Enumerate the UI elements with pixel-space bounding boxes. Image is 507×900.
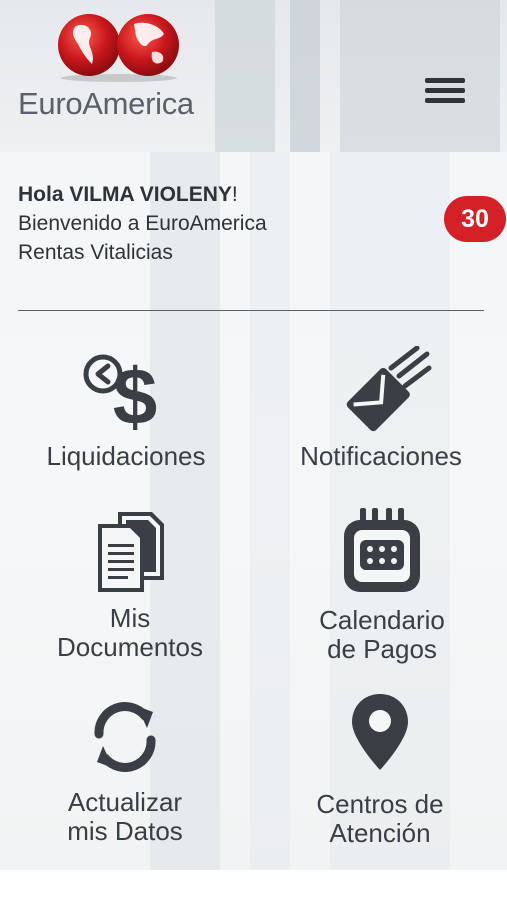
notification-count-badge[interactable]: 30 [444, 196, 506, 242]
greeting-line-3: Rentas Vitalicias [18, 241, 173, 264]
documents-icon [98, 512, 164, 592]
tile-mis-documentos[interactable]: Mis Documentos [20, 508, 240, 662]
tile-notificaciones[interactable]: Notificaciones [271, 346, 491, 471]
tile-label-line-1: Calendario [319, 605, 445, 635]
brand-name: EuroAmerica [18, 86, 194, 121]
bottom-strip [0, 870, 507, 900]
tile-liquidaciones[interactable]: $ Liquidaciones [16, 350, 236, 471]
greeting-line-2: Bienvenido a EuroAmerica [18, 212, 267, 235]
tile-label: Liquidaciones [46, 441, 206, 471]
tile-label-line-1: Actualizar [67, 787, 183, 817]
tile-calendario-de-pagos[interactable]: Calendario de Pagos [272, 506, 492, 664]
divider [18, 310, 484, 311]
tile-actualizar-mis-datos[interactable]: Actualizar mis Datos [15, 698, 235, 846]
hamburger-icon [425, 78, 465, 83]
brand-logo[interactable]: EuroAmerica [18, 12, 218, 132]
svg-text:$: $ [113, 352, 158, 434]
greeting-block: Hola VILMA VIOLENY! Bienvenido a EuroAme… [18, 180, 267, 267]
globes-logo-icon [58, 14, 179, 82]
tile-label-line-1: Centros de [316, 789, 444, 819]
tile-label-line-2: Documentos [57, 632, 203, 662]
tile-label: Notificaciones [300, 441, 462, 471]
calendar-icon [344, 508, 420, 592]
greeting-line-1: Hola VILMA VIOLENY! [18, 183, 238, 206]
location-pin-icon [352, 694, 408, 770]
tile-centros-de-atencion[interactable]: Centros de Atención [270, 692, 490, 848]
user-name: VILMA VIOLENY [69, 183, 232, 206]
tile-label-line-1: Mis [109, 603, 151, 633]
hamburger-menu-button[interactable] [425, 78, 465, 112]
tile-label-line-2: Atención [329, 818, 431, 848]
refresh-icon [94, 702, 156, 772]
envelope-icon [346, 346, 432, 432]
tile-label-line-2: mis Datos [67, 816, 183, 846]
tile-label-line-2: de Pagos [327, 634, 437, 664]
money-clock-icon: $ [83, 352, 158, 434]
